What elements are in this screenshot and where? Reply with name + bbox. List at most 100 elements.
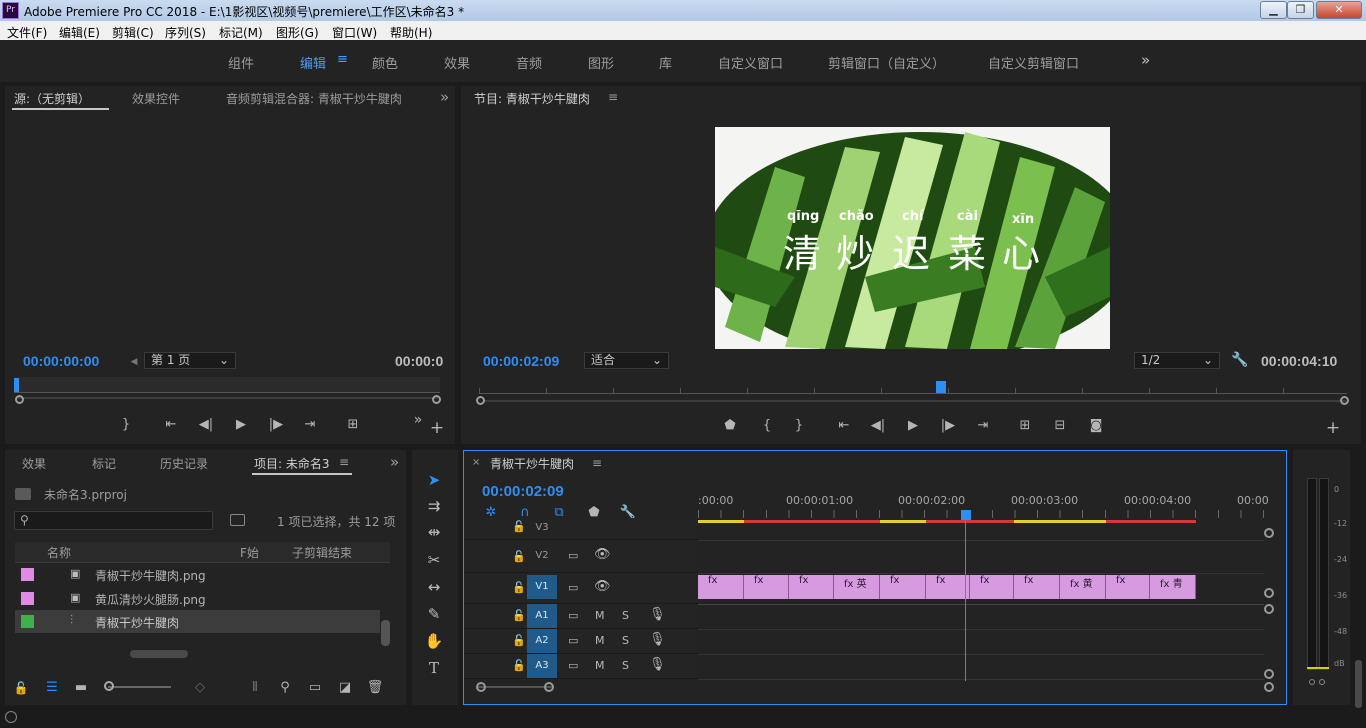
microphone-icon[interactable]: 🎙: [649, 632, 666, 647]
toggle-sync-lock-icon[interactable]: ▭: [568, 581, 578, 594]
timeline-playhead-line[interactable]: [965, 518, 966, 681]
toggle-sync-lock-icon[interactable]: ▭: [568, 609, 578, 622]
timeline-ruler[interactable]: :00:00 00:00:01:00 00:00:02:00 00:00:03:…: [698, 490, 1269, 524]
lock-icon[interactable]: 🔓: [512, 659, 526, 672]
video-clip[interactable]: fx: [698, 575, 744, 599]
program-menu-icon[interactable]: ≡: [608, 90, 618, 104]
settings-wrench-icon[interactable]: 🔧: [1231, 352, 1249, 368]
selection-tool-icon[interactable]: ➤: [422, 469, 446, 491]
video-clip[interactable]: fx: [926, 575, 970, 599]
zoom-slider[interactable]: [108, 686, 171, 688]
video-clip[interactable]: fx: [1014, 575, 1060, 599]
lock-icon[interactable]: 🔓: [12, 680, 30, 696]
video-clip[interactable]: fx: [744, 575, 789, 599]
video-clip[interactable]: fx: [880, 575, 926, 599]
workspace-audio[interactable]: 音频: [516, 53, 542, 72]
step-forward-icon[interactable]: |▶: [939, 418, 957, 434]
menu-edit[interactable]: 编辑(E): [59, 24, 100, 41]
toggle-sync-lock-icon[interactable]: ▭: [568, 549, 578, 562]
workspace-effects[interactable]: 效果: [444, 53, 470, 72]
zoom-handle-end[interactable]: [1264, 682, 1274, 692]
workspace-menu-icon[interactable]: ≡: [337, 52, 348, 67]
list-view-icon[interactable]: ☰: [43, 680, 61, 696]
video-clip[interactable]: fx: [970, 575, 1014, 599]
tab-source[interactable]: 源:（无剪辑）: [14, 90, 90, 107]
step-back-icon[interactable]: ◀|: [197, 417, 215, 433]
track-name-a1[interactable]: A1: [527, 604, 557, 628]
menu-help[interactable]: 帮助(H): [390, 24, 432, 41]
fit-select[interactable]: 适合 ⌄: [584, 352, 669, 369]
go-to-out-icon[interactable]: ⇥: [974, 418, 992, 434]
menu-marker[interactable]: 标记(M): [219, 24, 263, 41]
eye-icon[interactable]: 👁: [594, 547, 611, 562]
prev-page-icon[interactable]: ◀: [125, 354, 143, 370]
source-time-ruler[interactable]: [14, 377, 440, 393]
track-select-tool-icon[interactable]: ⇉: [422, 495, 446, 517]
program-zoom-bar[interactable]: [484, 400, 1346, 402]
track-name-v2[interactable]: V2: [527, 544, 557, 568]
go-to-out-icon[interactable]: ⇥: [301, 417, 319, 433]
vertical-scroll-handle[interactable]: [1264, 604, 1274, 614]
microphone-icon[interactable]: 🎙: [649, 607, 666, 622]
mute-track-button[interactable]: M: [595, 634, 605, 647]
play-icon[interactable]: ▶: [904, 418, 922, 434]
solo-left-button[interactable]: [1309, 679, 1315, 685]
razor-tool-icon[interactable]: ✂: [422, 549, 446, 571]
trash-icon[interactable]: 🗑: [366, 680, 384, 696]
label-color-swatch[interactable]: [21, 615, 34, 628]
zoom-handle-right[interactable]: [544, 682, 554, 692]
project-menu-icon[interactable]: ≡: [339, 455, 349, 469]
toggle-sync-lock-icon[interactable]: ▭: [568, 634, 578, 647]
step-forward-icon[interactable]: |▶: [267, 417, 285, 433]
program-timecode[interactable]: 00:00:02:09: [483, 353, 559, 369]
tab-audio-clip-mixer[interactable]: 音频剪辑混合器: 青椒干炒牛腱肉: [226, 90, 419, 107]
source-overflow-icon[interactable]: »: [440, 88, 449, 106]
workspace-custom-2[interactable]: 剪辑窗口（自定义）: [828, 53, 945, 72]
project-item-selected[interactable]: ⫶ 青椒干炒牛腱肉: [15, 610, 380, 633]
new-bin-folder-icon[interactable]: ▭: [306, 680, 324, 696]
icon-view-icon[interactable]: ▬: [72, 680, 90, 696]
microphone-icon[interactable]: 🎙: [649, 657, 666, 672]
project-vertical-scrollbar[interactable]: [381, 620, 390, 646]
program-time-ruler[interactable]: [479, 378, 1347, 394]
program-playhead[interactable]: [936, 381, 946, 393]
project-search-input[interactable]: ⚲: [14, 511, 213, 530]
maximize-button[interactable]: ❐: [1287, 1, 1314, 19]
mark-out-icon[interactable]: }: [790, 418, 808, 434]
project-item[interactable]: ▣ 青椒干炒牛腱肉.png: [15, 563, 380, 586]
label-color-swatch[interactable]: [21, 592, 34, 605]
add-marker-icon[interactable]: ⬟: [721, 418, 739, 434]
menu-sequence[interactable]: 序列(S): [165, 24, 206, 41]
workspace-assembly[interactable]: 组件: [228, 53, 254, 72]
track-name-v1[interactable]: V1: [527, 575, 557, 599]
workspace-overflow-icon[interactable]: »: [1141, 51, 1150, 69]
zoom-slider-handle[interactable]: [104, 681, 114, 691]
track-name-a2[interactable]: A2: [527, 629, 557, 653]
source-playhead[interactable]: [14, 378, 19, 392]
lift-icon[interactable]: ⊞: [1016, 418, 1034, 434]
extract-icon[interactable]: ⊟: [1051, 418, 1069, 434]
go-to-in-icon[interactable]: ⇤: [162, 417, 180, 433]
zoom-handle-left[interactable]: [15, 395, 24, 404]
menu-file[interactable]: 文件(F): [7, 24, 47, 41]
find-icon[interactable]: ⚲: [276, 680, 294, 696]
source-add-button-icon[interactable]: +: [428, 420, 446, 437]
tab-effect-controls[interactable]: 效果控件: [132, 90, 180, 107]
source-timecode-in[interactable]: 00:00:00:00: [23, 353, 99, 369]
step-back-icon[interactable]: ◀|: [869, 418, 887, 434]
slip-tool-icon[interactable]: ↔: [422, 576, 446, 598]
play-icon[interactable]: ▶: [232, 417, 250, 433]
pen-tool-icon[interactable]: ✎: [422, 603, 446, 625]
mute-track-button[interactable]: M: [595, 659, 605, 672]
lock-icon[interactable]: 🔓: [512, 520, 526, 533]
lock-icon[interactable]: 🔓: [512, 581, 526, 594]
close-window-button[interactable]: ✕: [1316, 1, 1362, 19]
tab-project[interactable]: 项目: 未命名3: [254, 455, 330, 472]
video-clip[interactable]: fx: [789, 575, 834, 599]
ripple-edit-tool-icon[interactable]: ⇹: [422, 521, 446, 543]
menu-graphics[interactable]: 图形(G): [276, 24, 319, 41]
program-title[interactable]: 节目: 青椒干炒牛腱肉: [474, 90, 590, 107]
app-scrollbar[interactable]: [1355, 660, 1362, 708]
solo-track-button[interactable]: S: [622, 609, 629, 622]
mute-track-button[interactable]: M: [595, 609, 605, 622]
